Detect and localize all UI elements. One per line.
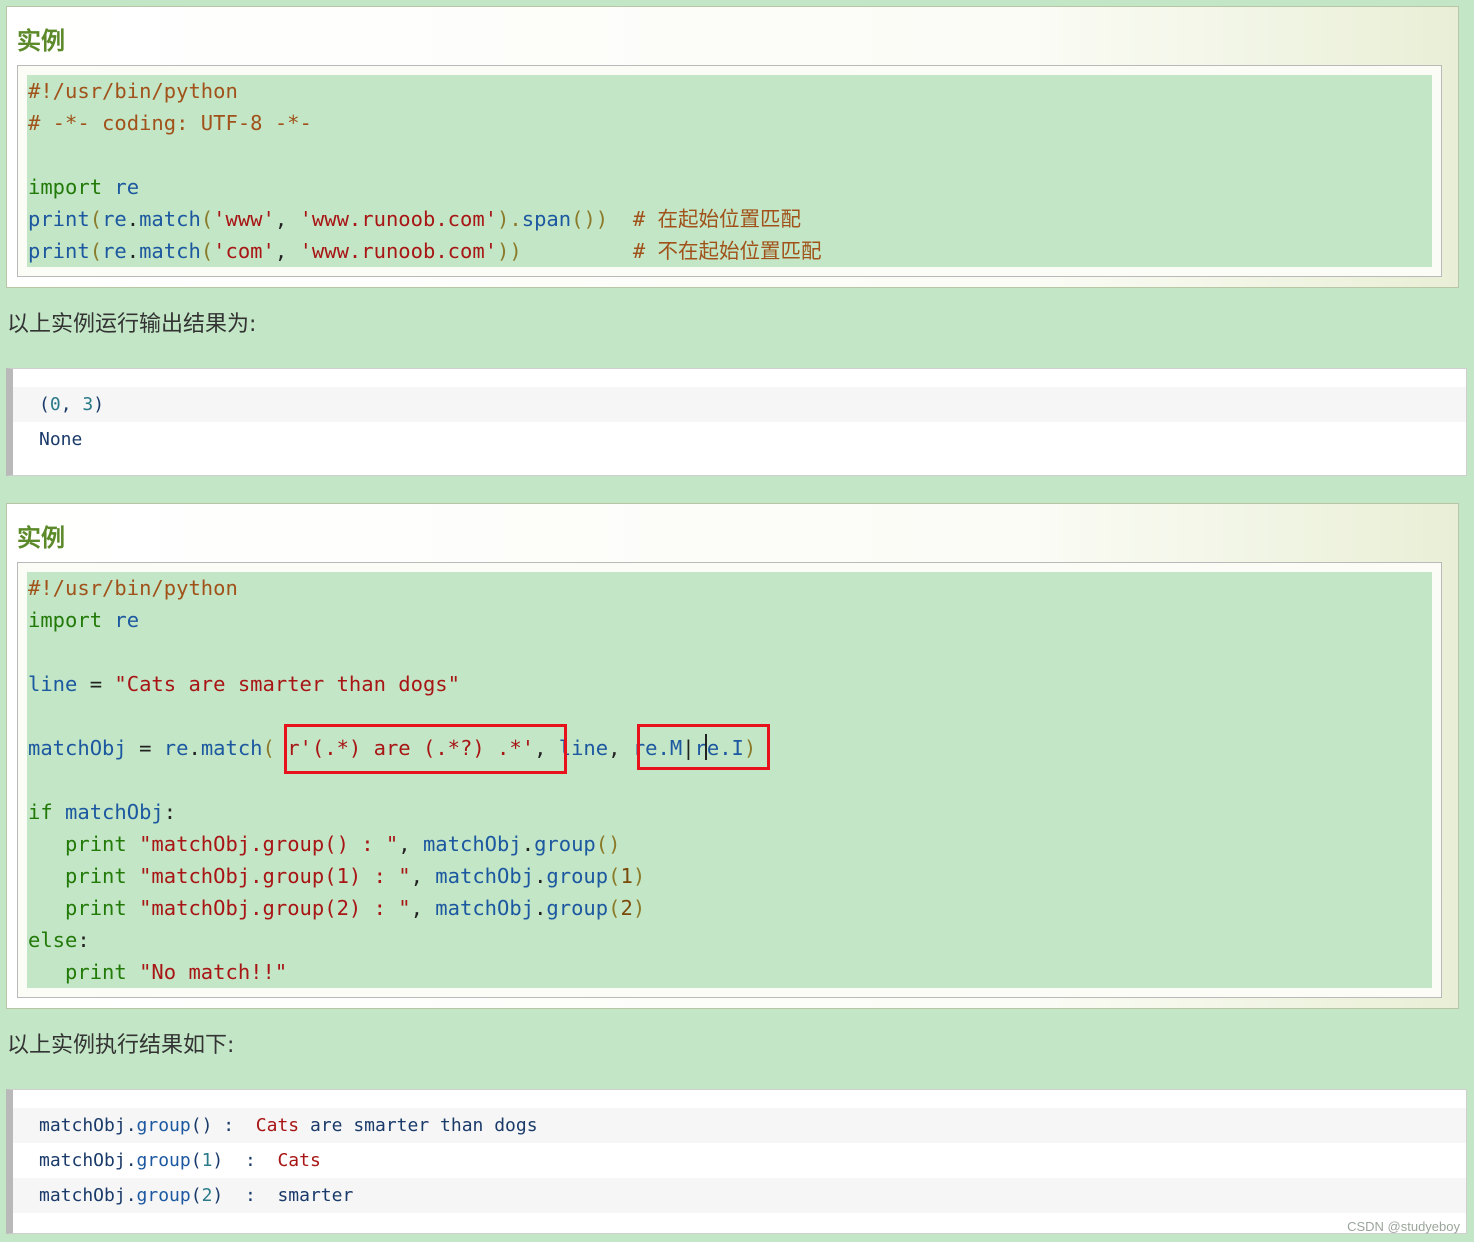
watermark: CSDN @studyeboy	[1347, 1219, 1460, 1234]
output-line: matchObj.group(1) : Cats	[39, 1150, 321, 1171]
code-line: print "matchObj.group() : ", matchObj.gr…	[28, 832, 621, 856]
result-intro-text: 以上实例执行结果如下:	[7, 1033, 235, 1058]
output-line: None	[39, 429, 83, 450]
code-line: line = "Cats are smarter than dogs"	[28, 672, 460, 696]
pattern-highlight-box	[284, 724, 567, 774]
code-line: if matchObj:	[28, 800, 177, 824]
code-frame: #!/usr/bin/python import re line = "Cats…	[17, 562, 1442, 998]
code-block: #!/usr/bin/python import re line = "Cats…	[27, 572, 1432, 988]
code-line: # -*- coding: UTF-8 -*-	[28, 111, 312, 135]
example-box-1: 实例 #!/usr/bin/python # -*- coding: UTF-8…	[6, 6, 1459, 288]
output-box-1: (0, 3) None	[6, 368, 1467, 476]
code-line: else:	[28, 928, 90, 952]
code-line: import re	[28, 175, 140, 199]
text-cursor	[705, 734, 707, 760]
output-line: matchObj.group(2) : smarter	[39, 1185, 354, 1206]
flags-highlight-box	[637, 724, 770, 770]
code-frame: #!/usr/bin/python # -*- coding: UTF-8 -*…	[17, 65, 1442, 277]
output-stripe	[13, 422, 1466, 457]
code-line: print(re.match('www', 'www.runoob.com').…	[28, 207, 802, 231]
code-line: print "matchObj.group(1) : ", matchObj.g…	[28, 864, 646, 888]
output-line: matchObj.group() : Cats are smarter than…	[39, 1115, 538, 1136]
example-title: 实例	[17, 524, 65, 552]
code-block: #!/usr/bin/python # -*- coding: UTF-8 -*…	[27, 75, 1432, 267]
code-line: print "matchObj.group(2) : ", matchObj.g…	[28, 896, 646, 920]
output-line: (0, 3)	[39, 394, 105, 415]
code-line: import re	[28, 608, 140, 632]
code-line: #!/usr/bin/python	[28, 79, 238, 103]
code-line: print(re.match('com', 'www.runoob.com'))…	[28, 239, 822, 263]
output-stripe	[13, 369, 1466, 387]
result-intro-text: 以上实例运行输出结果为:	[7, 312, 257, 337]
output-stripe	[13, 1090, 1466, 1108]
output-box-2: matchObj.group() : Cats are smarter than…	[6, 1089, 1467, 1234]
output-stripe	[13, 387, 1466, 422]
code-line: print "No match!!"	[28, 960, 288, 984]
code-line: #!/usr/bin/python	[28, 576, 238, 600]
example-title: 实例	[17, 27, 65, 55]
